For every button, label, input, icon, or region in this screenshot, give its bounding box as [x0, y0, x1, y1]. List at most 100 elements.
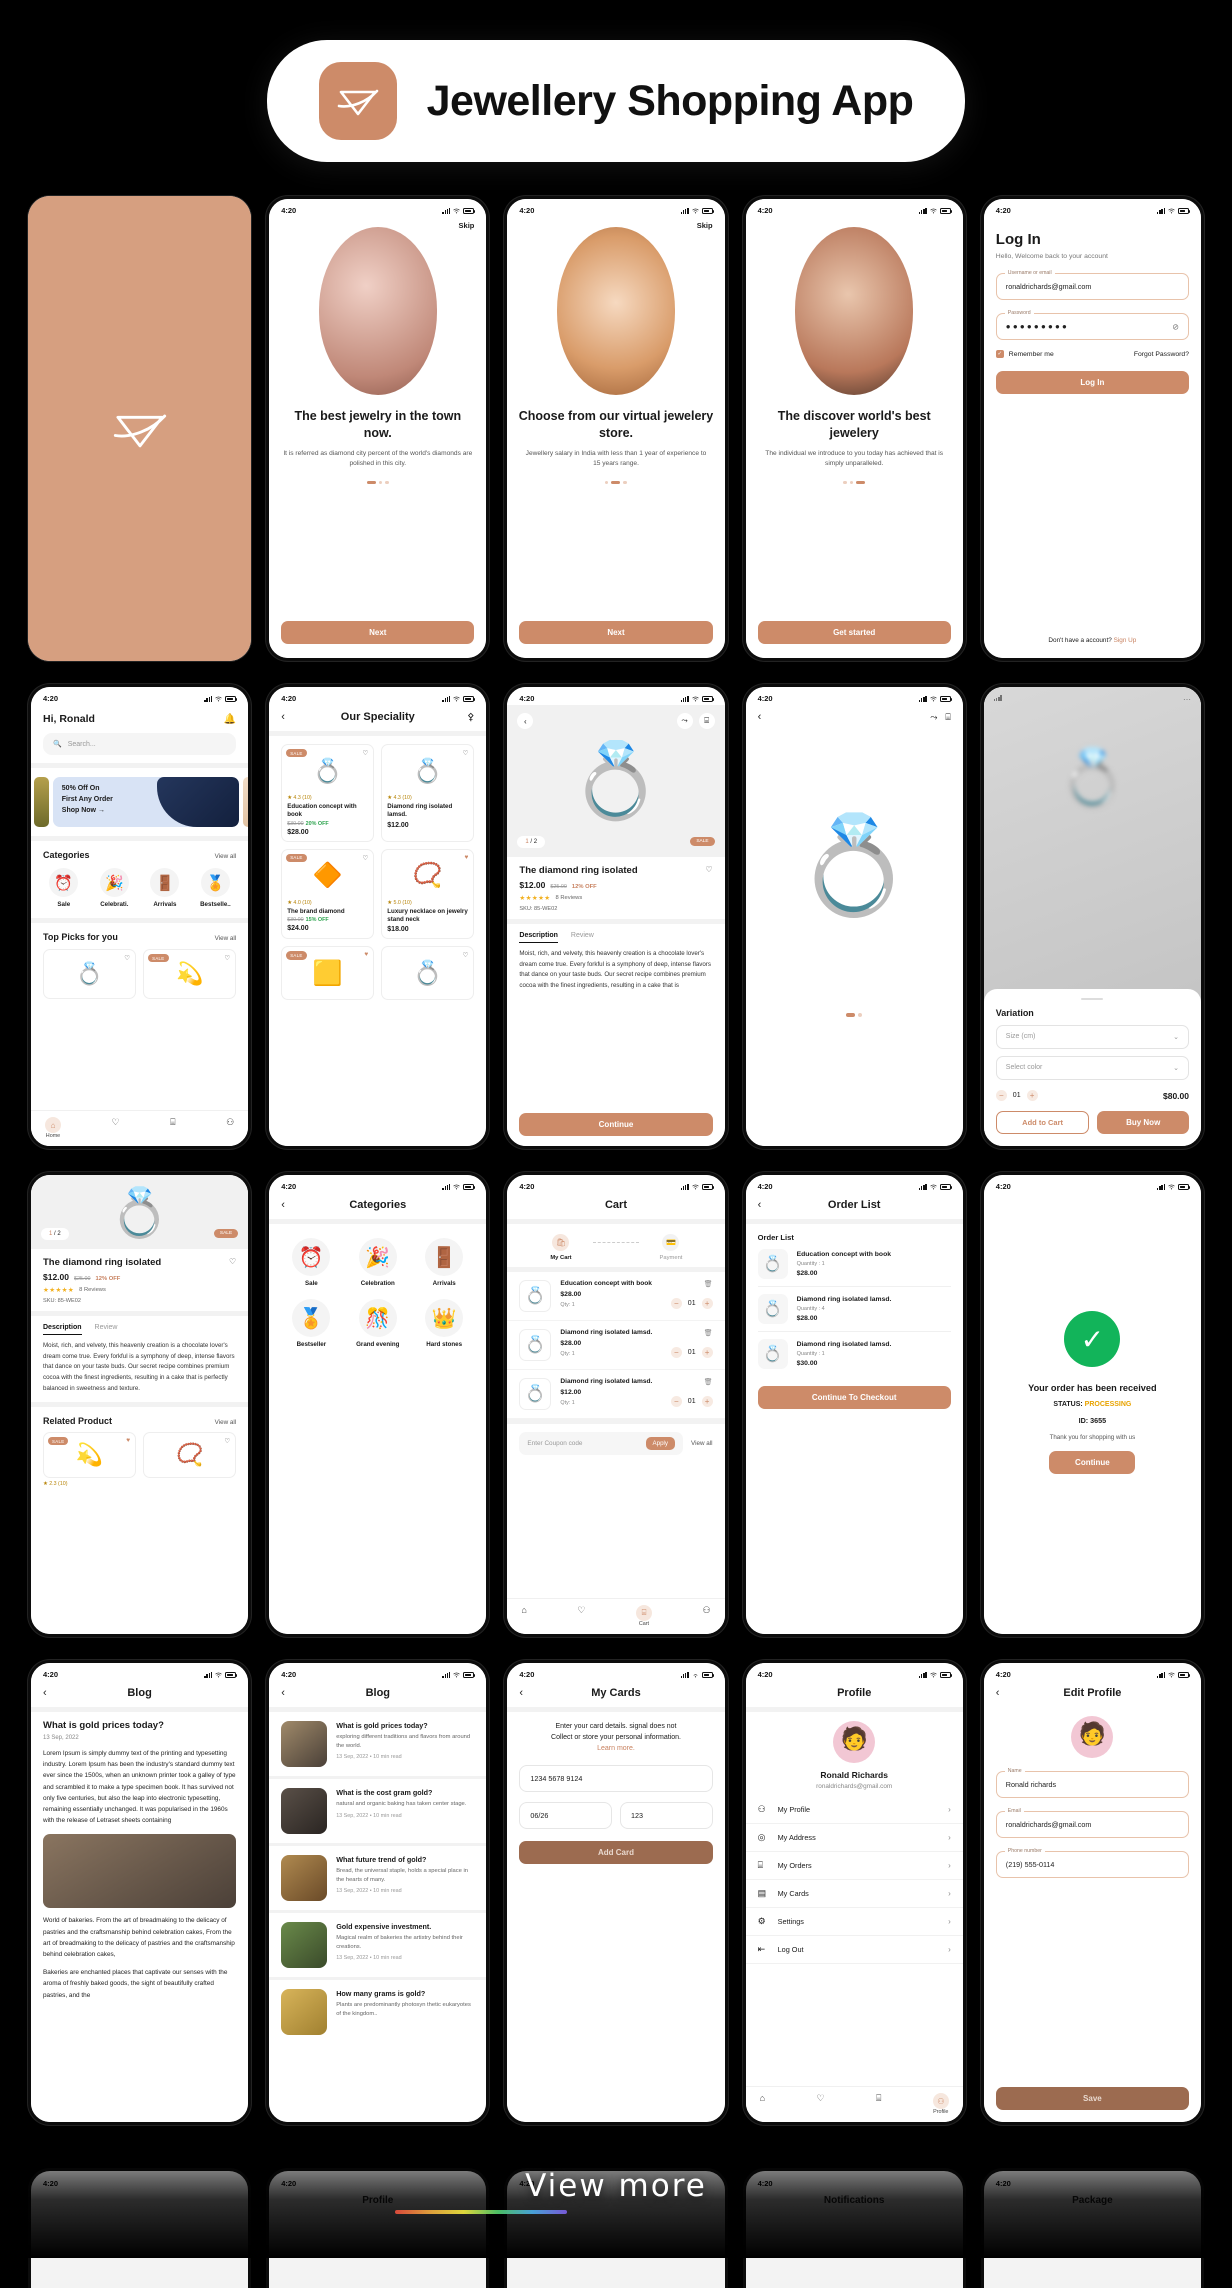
- increment-button[interactable]: +: [1026, 1090, 1038, 1101]
- search-input[interactable]: 🔍 Search...: [43, 733, 237, 755]
- back-icon[interactable]: ‹: [43, 1687, 55, 1699]
- forgot-password-link[interactable]: Forgot Password?: [1134, 351, 1189, 358]
- category-item[interactable]: 🎉 Celebration: [348, 1238, 408, 1287]
- product-card[interactable]: SALE ♥ 🟨: [281, 946, 375, 1001]
- menu-item-my-address[interactable]: ◎ My Address ›: [745, 1824, 963, 1852]
- tab-profile[interactable]: ⚇ Profile: [932, 2093, 949, 2115]
- blog-list-item[interactable]: What future trend of gold? Bread, the uni…: [269, 1846, 486, 1910]
- related-view-all[interactable]: View all: [215, 1419, 237, 1426]
- heart-icon[interactable]: ♡: [463, 749, 469, 757]
- menu-item-my-profile[interactable]: ⚇ My Profile ›: [745, 1796, 963, 1824]
- category-item[interactable]: 🚪 Arrivals: [414, 1238, 474, 1287]
- tab-home[interactable]: ⌂: [760, 2093, 765, 2103]
- skip-button[interactable]: Skip: [459, 221, 475, 230]
- heart-icon[interactable]: ♡: [463, 951, 469, 959]
- gallery-image[interactable]: 💍: [746, 731, 963, 1001]
- bell-icon[interactable]: 🔔: [224, 714, 236, 725]
- avatar[interactable]: 🧑: [1071, 1716, 1114, 1758]
- decrement-button[interactable]: −: [995, 1090, 1007, 1101]
- category-item[interactable]: 🎉 Celebrati.: [94, 868, 136, 908]
- share-icon[interactable]: ⤳: [676, 713, 693, 729]
- quantity-stepper[interactable]: −01 +: [670, 1298, 713, 1309]
- checkout-button[interactable]: Continue To Checkout: [757, 1386, 951, 1409]
- tab-wishlist[interactable]: ♡: [816, 2093, 824, 2104]
- category-item[interactable]: ⏰ Sale: [281, 1238, 341, 1287]
- step-payment[interactable]: 💳 Payment: [639, 1234, 703, 1261]
- product-card[interactable]: SALE ♡ 💍 ★ 4.3 (10) Education concept wi…: [281, 744, 375, 842]
- tab-wishlist[interactable]: ♡: [577, 1605, 585, 1616]
- promo-carousel[interactable]: 50% Off On First Any Order Shop Now →: [31, 777, 249, 827]
- card-number-input[interactable]: 1234 5678 9124: [519, 1764, 713, 1792]
- menu-item-my-cards[interactable]: ▤ My Cards ›: [745, 1880, 963, 1908]
- order-item[interactable]: 💍 Education concept with book Quantity :…: [757, 1242, 951, 1287]
- tab-review[interactable]: Review: [95, 1324, 118, 1335]
- heart-icon[interactable]: ♡: [362, 854, 368, 862]
- cart-item[interactable]: 💍 Education concept with book 🗑 $28.00 Qt…: [507, 1272, 725, 1321]
- tab-profile[interactable]: ⚇: [226, 1117, 234, 1128]
- back-icon[interactable]: ‹: [281, 1687, 293, 1699]
- blog-list-item[interactable]: How many grams is gold? Plants are predom…: [269, 1980, 486, 2044]
- password-field[interactable]: Password ●●●●●●●●● ⊘: [995, 310, 1189, 340]
- product-card[interactable]: ♥ 📿 ★ 5.0 (10) Luxury necklace on jewelr…: [381, 848, 475, 940]
- order-item[interactable]: 💍 Diamond ring isolated lamsd. Quantity …: [757, 1287, 951, 1332]
- product-card[interactable]: ♡ 💍 ★ 4.3 (10) Diamond ring isolated lam…: [381, 744, 475, 842]
- category-item[interactable]: ⏰ Sale: [43, 868, 85, 908]
- email-field[interactable]: Username or email ronaldrichards@gmail.c…: [995, 270, 1189, 300]
- banner-cta[interactable]: Shop Now →: [62, 806, 113, 817]
- decrement-button[interactable]: −: [670, 1347, 682, 1358]
- email-field[interactable]: Email ronaldrichards@gmail.com: [995, 1808, 1189, 1838]
- tab-cart[interactable]: ⌸: [876, 2093, 881, 2104]
- promo-banner[interactable]: 50% Off On First Any Order Shop Now →: [52, 777, 239, 827]
- phone-field[interactable]: Phone number (219) 555-0114: [995, 1848, 1189, 1878]
- back-icon[interactable]: ‹: [281, 1199, 293, 1211]
- tab-profile[interactable]: ⚇: [703, 1605, 711, 1616]
- tab-cart[interactable]: ⌸: [170, 1117, 175, 1128]
- heart-icon[interactable]: ♡: [705, 865, 712, 874]
- blog-list-item[interactable]: What is the cost gram gold? natural and o…: [269, 1779, 486, 1843]
- coupon-view-all[interactable]: View all: [691, 1440, 713, 1447]
- remember-me-checkbox[interactable]: ✓: [995, 350, 1004, 358]
- product-card[interactable]: SALE ♥ 💫: [43, 1432, 137, 1479]
- quantity-stepper[interactable]: −01 +: [670, 1347, 713, 1358]
- tab-description[interactable]: Description: [519, 932, 558, 943]
- buy-now-button[interactable]: Buy Now: [1097, 1111, 1189, 1134]
- decrement-button[interactable]: −: [670, 1298, 682, 1309]
- back-icon[interactable]: ‹: [517, 713, 534, 729]
- top-picks-view-all[interactable]: View all: [215, 935, 237, 942]
- cart-item[interactable]: 💍 Diamond ring isolated lamsd. 🗑 $28.00 Q…: [507, 1321, 725, 1370]
- heart-icon[interactable]: ♡: [124, 954, 130, 962]
- increment-button[interactable]: +: [701, 1347, 713, 1358]
- bag-icon[interactable]: ⌸: [698, 713, 715, 729]
- back-icon[interactable]: ‹: [519, 1687, 531, 1699]
- heart-icon[interactable]: ♡: [229, 1257, 236, 1266]
- back-icon[interactable]: ‹: [758, 1199, 770, 1211]
- heart-icon[interactable]: ♥: [364, 951, 368, 958]
- add-card-button[interactable]: Add Card: [519, 1840, 713, 1864]
- tab-wishlist[interactable]: ♡: [112, 1117, 120, 1128]
- quantity-stepper[interactable]: − 01 +: [995, 1090, 1038, 1101]
- product-card[interactable]: ♡ 📿: [143, 1432, 237, 1479]
- blog-list-item[interactable]: What is gold prices today? exploring diff…: [269, 1712, 486, 1776]
- name-field[interactable]: Name Ronald richards: [995, 1768, 1189, 1798]
- category-item[interactable]: 👑 Hard stones: [414, 1299, 474, 1348]
- login-button[interactable]: Log In: [995, 371, 1189, 394]
- categories-view-all[interactable]: View all: [215, 853, 237, 860]
- tab-description[interactable]: Description: [43, 1324, 82, 1335]
- quantity-stepper[interactable]: −01 +: [670, 1396, 713, 1407]
- skip-button[interactable]: Skip: [697, 221, 713, 230]
- trash-icon[interactable]: 🗑: [704, 1280, 713, 1288]
- share-icon[interactable]: ⤳: [930, 712, 937, 723]
- product-card[interactable]: ♡ 💍: [381, 946, 475, 1001]
- heart-icon[interactable]: ♥: [465, 854, 469, 861]
- get-started-button[interactable]: Get started: [757, 621, 951, 644]
- back-icon[interactable]: ‹: [996, 1687, 1008, 1699]
- tab-review[interactable]: Review: [571, 932, 594, 943]
- learn-more-link[interactable]: Learn more.: [597, 1745, 635, 1752]
- heart-icon[interactable]: ♡: [224, 1437, 230, 1445]
- heart-icon[interactable]: ♡: [362, 749, 368, 757]
- next-button[interactable]: Next: [281, 621, 475, 644]
- step-my-cart[interactable]: 🛍 My Cart: [529, 1234, 593, 1261]
- card-expiry-input[interactable]: 06/26: [519, 1801, 612, 1829]
- color-select[interactable]: Select color ⌄: [995, 1056, 1189, 1080]
- signup-link[interactable]: Sign Up: [1114, 637, 1137, 644]
